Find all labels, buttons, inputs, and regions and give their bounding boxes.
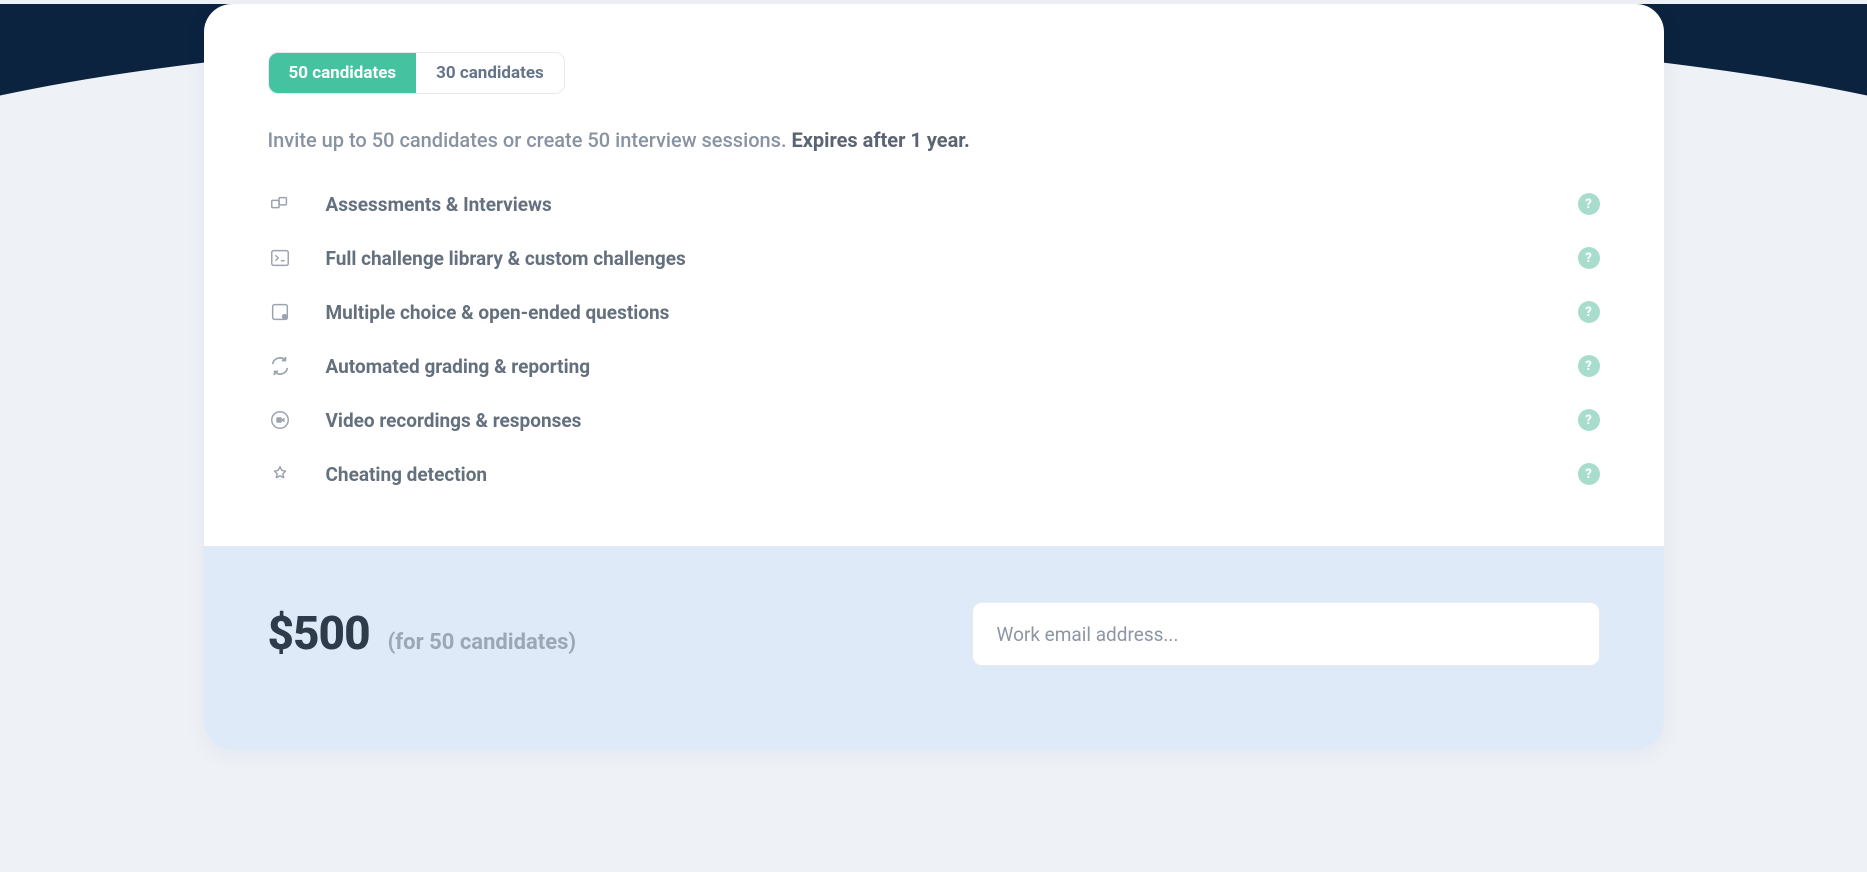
terminal-icon bbox=[268, 246, 292, 270]
feature-label: Cheating detection bbox=[326, 463, 1544, 486]
plan-description-expiry: Expires after 1 year. bbox=[792, 128, 970, 152]
assessments-icon bbox=[268, 192, 292, 216]
feature-row: Full challenge library & custom challeng… bbox=[268, 246, 1600, 270]
price-amount: $500 bbox=[268, 607, 370, 661]
video-icon bbox=[268, 408, 292, 432]
help-icon[interactable]: ? bbox=[1578, 463, 1600, 485]
email-field[interactable] bbox=[972, 602, 1600, 666]
feature-label: Full challenge library & custom challeng… bbox=[326, 247, 1544, 270]
help-icon[interactable]: ? bbox=[1578, 247, 1600, 269]
help-icon[interactable]: ? bbox=[1578, 409, 1600, 431]
feature-row: Automated grading & reporting ? bbox=[268, 354, 1600, 378]
feature-label: Assessments & Interviews bbox=[326, 193, 1544, 216]
svg-text:?: ? bbox=[283, 314, 285, 320]
feature-list: Assessments & Interviews ? Full challeng… bbox=[268, 192, 1600, 486]
feature-row: Cheating detection ? bbox=[268, 462, 1600, 486]
feature-row: Assessments & Interviews ? bbox=[268, 192, 1600, 216]
feature-row: ? Multiple choice & open-ended questions… bbox=[268, 300, 1600, 324]
feature-row: Video recordings & responses ? bbox=[268, 408, 1600, 432]
tab-50-candidates[interactable]: 50 candidates bbox=[269, 53, 417, 93]
plan-description: Invite up to 50 candidates or create 50 … bbox=[268, 128, 1600, 152]
tab-30-candidates[interactable]: 30 candidates bbox=[416, 53, 564, 93]
pricing-card: 50 candidates 30 candidates Invite up to… bbox=[204, 4, 1664, 750]
plan-description-text: Invite up to 50 candidates or create 50 … bbox=[268, 128, 792, 152]
help-icon[interactable]: ? bbox=[1578, 193, 1600, 215]
feature-label: Automated grading & reporting bbox=[326, 355, 1544, 378]
price-block: $500 (for 50 candidates) bbox=[268, 607, 577, 661]
card-footer: $500 (for 50 candidates) bbox=[204, 546, 1664, 750]
help-icon[interactable]: ? bbox=[1578, 355, 1600, 377]
feature-label: Video recordings & responses bbox=[326, 409, 1544, 432]
help-icon[interactable]: ? bbox=[1578, 301, 1600, 323]
price-note: (for 50 candidates) bbox=[388, 630, 577, 655]
candidate-tab-group: 50 candidates 30 candidates bbox=[268, 52, 565, 94]
questions-icon: ? bbox=[268, 300, 292, 324]
refresh-icon bbox=[268, 354, 292, 378]
card-body: 50 candidates 30 candidates Invite up to… bbox=[204, 4, 1664, 546]
feature-label: Multiple choice & open-ended questions bbox=[326, 301, 1544, 324]
detection-icon bbox=[268, 462, 292, 486]
